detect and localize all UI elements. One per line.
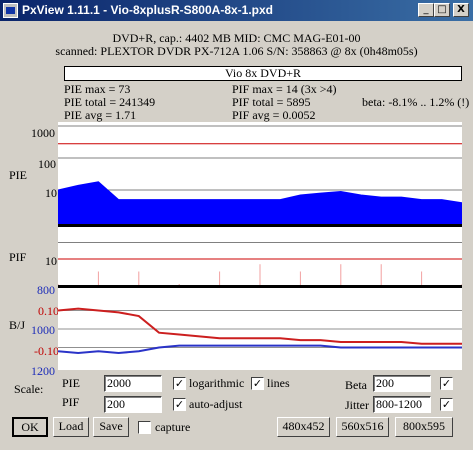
jitter-scale-input[interactable]: 800-1200 <box>373 396 431 413</box>
logarithmic-label: logarithmic <box>189 376 245 390</box>
pif-max-stat: PIF max = 14 (3x >4) <box>232 82 337 96</box>
minimize-button[interactable]: _ <box>418 3 434 17</box>
pie-tick-label: 10 <box>45 186 57 200</box>
pie-max-stat: PIE max = 73 <box>64 82 131 96</box>
beta-jitter-chart <box>58 288 462 370</box>
lines-label: lines <box>267 376 290 390</box>
pif-tick-label: 10 <box>45 254 57 268</box>
pie-scale-input[interactable]: 2000 <box>104 375 162 392</box>
jitter-tick-label: 800 <box>37 283 55 297</box>
disc-info-line: DVD+R, cap.: 4402 MB MID: CMC MAG-E01-00 <box>112 31 361 45</box>
pie-series-area <box>58 181 462 224</box>
pie-chart <box>58 122 462 224</box>
pie-avg-stat: PIE avg = 1.71 <box>64 108 137 122</box>
beta-stat: beta: -8.1% .. 1.2% (!) <box>362 95 470 109</box>
pif-scale-label: PIF <box>62 395 80 409</box>
jitter-tick-label: 1000 <box>31 323 55 337</box>
load-button[interactable]: Load <box>53 417 89 437</box>
close-button[interactable]: X <box>453 3 469 17</box>
pie-axis-label: PIE <box>9 168 27 182</box>
pif-total-stat: PIF total = 5895 <box>232 95 311 109</box>
maximize-button[interactable]: □ <box>434 3 450 17</box>
capture-label: capture <box>155 420 191 434</box>
lines-checkbox[interactable]: ✓ <box>251 377 264 390</box>
scanner-info-line: scanned: PLEXTOR DVDR PX-712A 1.06 S/N: … <box>55 44 418 58</box>
pie-scale-label: PIE <box>62 376 80 390</box>
save-button[interactable]: Save <box>93 417 129 437</box>
beta-tick-label: -0.10 <box>34 344 59 358</box>
jitter-series-line <box>58 344 462 355</box>
jitter-checkbox[interactable]: ✓ <box>440 398 453 411</box>
pif-chart <box>58 227 462 285</box>
pif-axis-label: PIF <box>9 250 27 264</box>
pif-scale-input[interactable]: 200 <box>104 396 162 413</box>
jitter-scale-label: Jitter <box>345 398 369 412</box>
disc-label: Vio 8x DVD+R <box>64 66 462 81</box>
pie-total-stat: PIE total = 241349 <box>64 95 156 109</box>
scale-label: Scale: <box>14 382 44 396</box>
size-560x516-button[interactable]: 560x516 <box>336 417 389 437</box>
beta-series-line <box>58 307 462 345</box>
size-480x452-button[interactable]: 480x452 <box>277 417 330 437</box>
pie-tick-label: 1000 <box>31 126 55 140</box>
app-icon[interactable] <box>3 3 18 18</box>
pie-tick-label: 100 <box>38 157 56 171</box>
capture-checkbox[interactable] <box>138 421 151 434</box>
auto-adjust-checkbox[interactable]: ✓ <box>173 398 186 411</box>
beta-tick-label: 0.10 <box>38 304 59 318</box>
size-800x595-button[interactable]: 800x595 <box>395 417 453 437</box>
pif-avg-stat: PIF avg = 0.0052 <box>232 108 316 122</box>
window-title: PxView 1.11.1 - Vio-8xplusR-S800A-8x-1.p… <box>22 3 274 17</box>
auto-adjust-label: auto-adjust <box>189 397 243 411</box>
ok-button[interactable]: OK <box>12 417 48 437</box>
beta-scale-input[interactable]: 200 <box>373 375 431 392</box>
bj-axis-label: B/J <box>9 318 26 332</box>
beta-scale-label: Beta <box>345 378 367 392</box>
jitter-tick-label: 1200 <box>31 364 55 378</box>
logarithmic-checkbox[interactable]: ✓ <box>173 377 186 390</box>
beta-checkbox[interactable]: ✓ <box>440 377 453 390</box>
